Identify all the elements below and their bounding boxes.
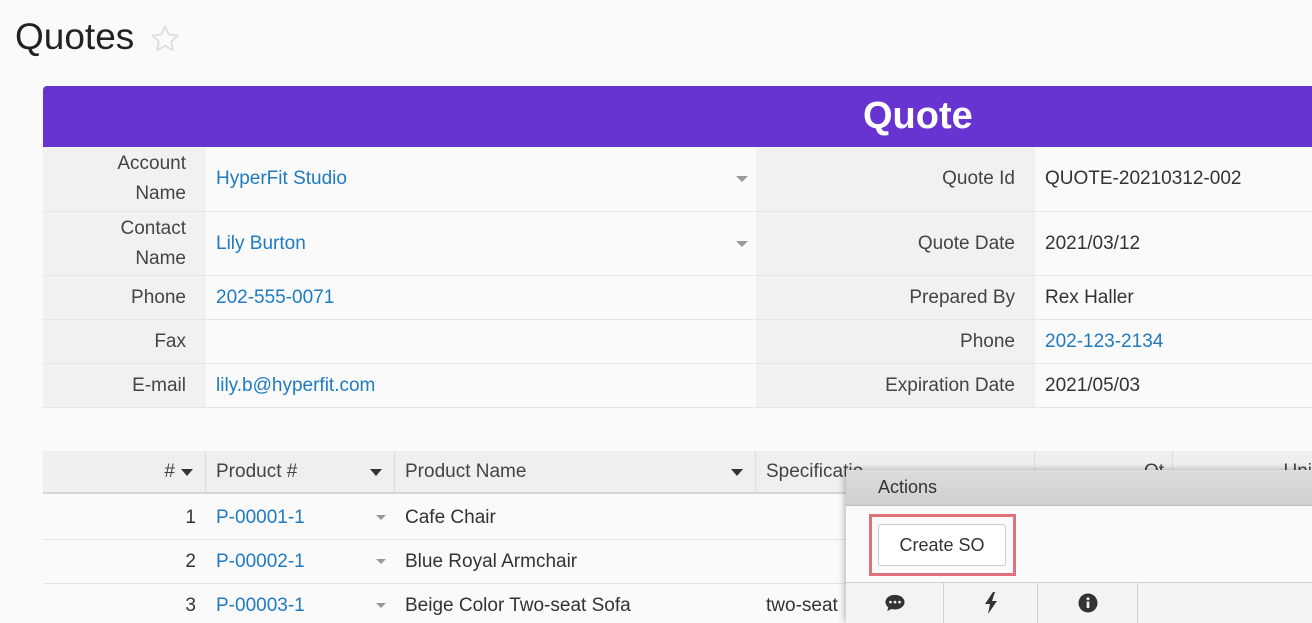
product-no-link[interactable]: P-00003-1: [216, 584, 305, 623]
spec-cell: two-seat: [766, 594, 838, 616]
comment-button[interactable]: [846, 583, 944, 623]
account-name-dropdown-icon[interactable]: [736, 176, 748, 182]
contact-name-dropdown-icon[interactable]: [736, 240, 748, 247]
account-name-label: Account Name: [43, 147, 206, 211]
lightning-icon: [984, 592, 997, 614]
prepared-by-label: Prepared By: [756, 276, 1035, 319]
col-product-name-menu-icon[interactable]: [731, 469, 743, 476]
contact-name-link[interactable]: Lily Burton: [216, 233, 306, 255]
expiration-date-value[interactable]: 2021/05/03: [1035, 364, 1312, 407]
fax-label: Fax: [43, 320, 206, 363]
info-icon: [1078, 593, 1097, 613]
form-row-fax: Fax Phone 202-123-2134: [43, 320, 1312, 364]
product-no-dropdown-icon[interactable]: [376, 603, 386, 608]
product-name-cell: Beige Color Two-seat Sofa: [405, 594, 631, 616]
actions-panel: Actions Create SO: [846, 470, 1312, 623]
col-product-no-menu-icon[interactable]: [370, 469, 382, 476]
automation-button[interactable]: [944, 583, 1038, 623]
page-title-wrap: Quotes: [15, 16, 182, 58]
col-product-name-header[interactable]: Product Name: [395, 451, 756, 492]
product-no-dropdown-icon[interactable]: [376, 515, 386, 520]
product-no-link[interactable]: P-00001-1: [216, 496, 305, 539]
form-row-email: E-mail lily.b@hyperfit.com Expiration Da…: [43, 364, 1312, 408]
col-num-header[interactable]: #: [43, 451, 206, 492]
account-name-field[interactable]: HyperFit Studio: [206, 147, 756, 211]
contact-name-field[interactable]: Lily Burton: [206, 212, 756, 275]
quote-banner: Quote: [43, 86, 1312, 147]
phone-label: Phone: [43, 276, 206, 319]
actions-icon-bar: [846, 582, 1312, 623]
phone-field[interactable]: 202-555-0071: [206, 276, 756, 319]
expiration-date-label: Expiration Date: [756, 364, 1035, 407]
prepared-by-value[interactable]: Rex Haller: [1035, 276, 1312, 319]
form-row-phone: Phone 202-555-0071 Prepared By Rex Halle…: [43, 276, 1312, 320]
product-no-dropdown-icon[interactable]: [376, 559, 386, 564]
create-so-button[interactable]: Create SO: [878, 524, 1006, 566]
email-label: E-mail: [43, 364, 206, 407]
col-num-sort-icon[interactable]: [181, 469, 193, 476]
phone-link[interactable]: 202-555-0071: [216, 287, 334, 309]
row-number: 3: [185, 594, 196, 616]
col-product-no-header[interactable]: Product #: [206, 451, 395, 492]
product-no-link[interactable]: P-00002-1: [216, 540, 305, 583]
star-outline-icon[interactable]: [148, 23, 182, 55]
fax-field[interactable]: [206, 320, 756, 363]
prepared-by-phone-label: Phone: [756, 320, 1035, 363]
email-field[interactable]: lily.b@hyperfit.com: [206, 364, 756, 407]
row-number: 1: [185, 506, 196, 528]
quote-id-label: Quote Id: [756, 147, 1035, 211]
contact-name-label: Contact Name: [43, 212, 206, 275]
row-number: 2: [185, 550, 196, 572]
product-name-cell: Blue Royal Armchair: [405, 550, 578, 572]
form-row-contact: Contact Name Lily Burton Quote Date 2021…: [43, 212, 1312, 276]
prepared-by-phone-link[interactable]: 202-123-2134: [1045, 331, 1163, 353]
info-button[interactable]: [1038, 583, 1138, 623]
page-title: Quotes: [15, 16, 135, 57]
account-name-link[interactable]: HyperFit Studio: [216, 168, 347, 190]
email-link[interactable]: lily.b@hyperfit.com: [216, 375, 375, 397]
comment-icon: [884, 594, 905, 612]
quote-date-label: Quote Date: [756, 212, 1035, 275]
quote-id-value: QUOTE-20210312-002: [1035, 147, 1312, 211]
quote-date-value[interactable]: 2021/03/12: [1035, 212, 1312, 275]
quote-banner-title: Quote: [863, 95, 973, 137]
prepared-by-phone-field[interactable]: 202-123-2134: [1035, 320, 1312, 363]
product-name-cell: Cafe Chair: [405, 506, 496, 528]
actions-panel-header: Actions: [846, 470, 1312, 506]
form-row-account: Account Name HyperFit Studio Quote Id QU…: [43, 147, 1312, 212]
